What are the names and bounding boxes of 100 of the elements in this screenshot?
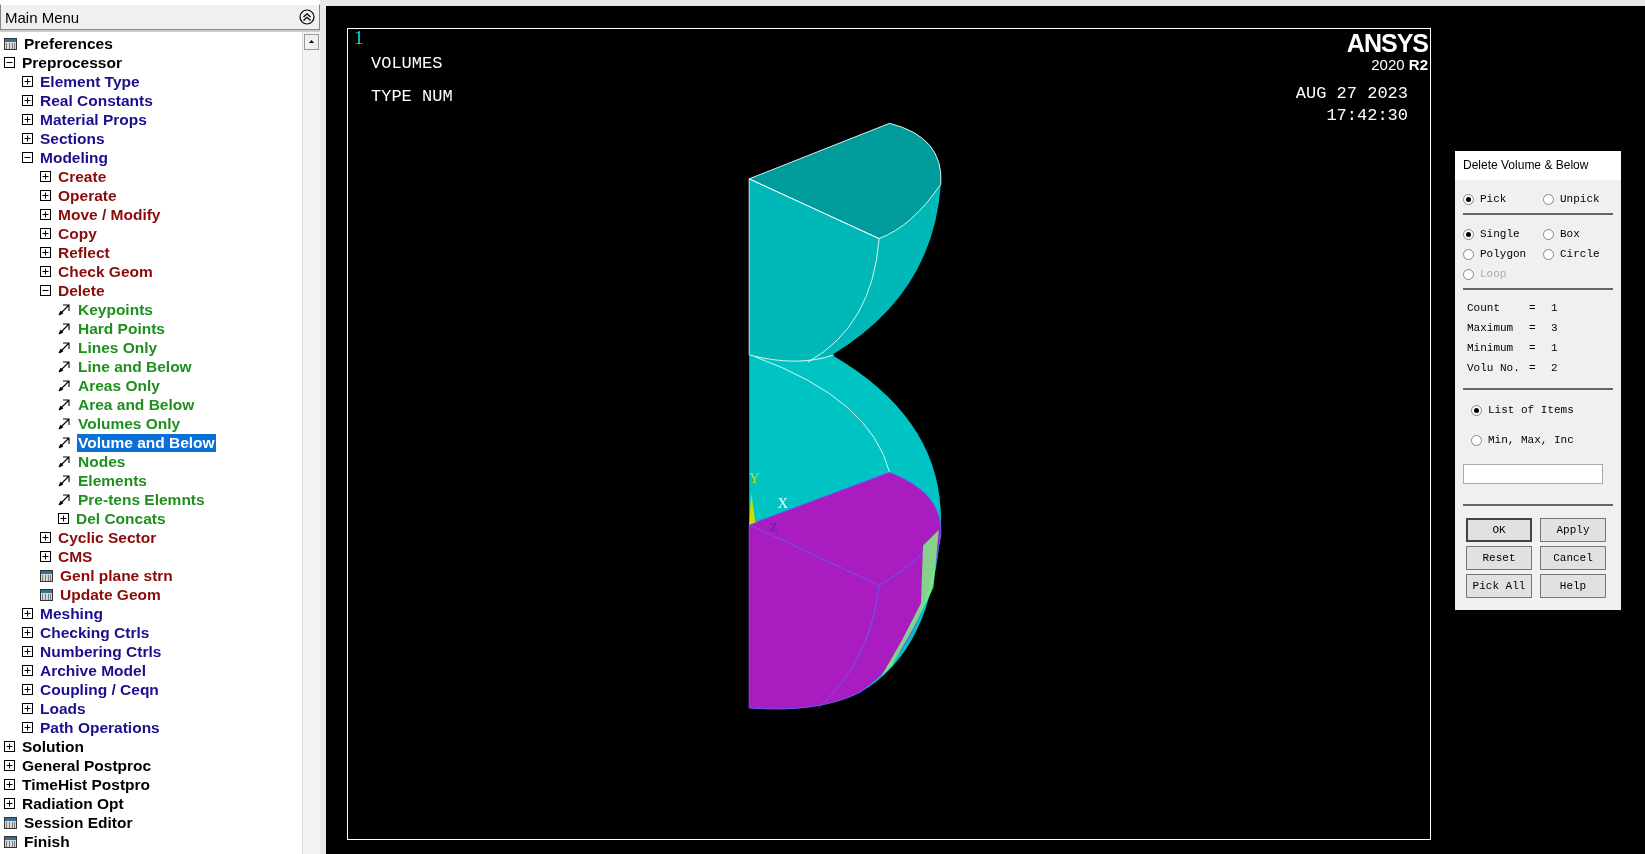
plot-date: AUG 27 2023 — [1295, 83, 1408, 105]
expand-icon[interactable] — [22, 95, 33, 106]
expand-icon[interactable] — [22, 684, 33, 695]
dialog-button[interactable]: Cancel — [1540, 546, 1606, 570]
dialog-button[interactable]: Apply — [1540, 518, 1606, 542]
radio-option[interactable]: List of Items — [1471, 404, 1613, 416]
expand-icon[interactable] — [40, 247, 51, 258]
expand-icon[interactable] — [22, 703, 33, 714]
radio-option[interactable]: Single — [1463, 228, 1543, 240]
menu-item[interactable]: Cyclic Sector — [57, 528, 158, 547]
radio-button-icon[interactable] — [1471, 434, 1482, 446]
menu-item[interactable]: Operate — [57, 186, 118, 205]
menu-item[interactable]: Create — [57, 167, 108, 186]
expand-icon[interactable] — [40, 171, 51, 182]
menu-item[interactable]: Session Editor — [23, 813, 134, 832]
expand-icon[interactable] — [22, 627, 33, 638]
menu-item[interactable]: General Postproc — [21, 756, 153, 775]
menu-item[interactable]: Coupling / Ceqn — [39, 680, 160, 699]
menu-item[interactable]: Modeling — [39, 148, 110, 167]
expand-icon[interactable] — [40, 209, 51, 220]
input-field[interactable] — [1463, 464, 1603, 484]
collapse-icon[interactable] — [22, 152, 33, 163]
radio-option[interactable]: Box — [1543, 228, 1623, 240]
menu-item[interactable]: Real Constants — [39, 91, 154, 110]
menu-item[interactable]: Loads — [39, 699, 87, 718]
dialog-button[interactable]: Reset — [1466, 546, 1532, 570]
menu-item[interactable]: Line and Below — [77, 357, 193, 376]
menu-item[interactable]: Solution — [21, 737, 85, 756]
radio-button-icon[interactable] — [1543, 248, 1554, 260]
collapse-icon[interactable] — [299, 9, 315, 25]
radio-button-icon[interactable] — [1463, 193, 1474, 205]
menu-item[interactable]: Areas Only — [77, 376, 161, 395]
menu-item[interactable]: Volumes Only — [77, 414, 182, 433]
menu-item[interactable]: Copy — [57, 224, 98, 243]
radio-button-icon[interactable] — [1543, 193, 1554, 205]
menu-item[interactable]: Radiation Opt — [21, 794, 125, 813]
arrow-icon — [58, 303, 71, 316]
radio-option[interactable]: Min, Max, Inc — [1471, 434, 1613, 446]
menu-item[interactable]: CMS — [57, 547, 94, 566]
menu-item[interactable]: Sections — [39, 129, 106, 148]
menu-item[interactable]: Update Geom — [59, 585, 162, 604]
expand-icon[interactable] — [4, 741, 15, 752]
expand-icon[interactable] — [22, 646, 33, 657]
expand-icon[interactable] — [58, 513, 69, 524]
expand-icon[interactable] — [40, 228, 51, 239]
scrollbar[interactable] — [302, 32, 320, 854]
expand-icon[interactable] — [22, 114, 33, 125]
menu-item[interactable]: Reflect — [57, 243, 111, 262]
menu-item[interactable]: Material Props — [39, 110, 148, 129]
arrow-icon — [58, 455, 71, 468]
menu-item[interactable]: Nodes — [77, 452, 127, 471]
menu-title: Main Menu — [5, 8, 80, 26]
radio-option[interactable]: Polygon — [1463, 248, 1543, 260]
menu-item[interactable]: Keypoints — [77, 300, 154, 319]
radio-button-icon[interactable] — [1463, 228, 1474, 240]
expand-icon[interactable] — [22, 665, 33, 676]
menu-item[interactable]: Path Operations — [39, 718, 161, 737]
expand-icon[interactable] — [40, 266, 51, 277]
menu-item[interactable]: Lines Only — [77, 338, 159, 357]
menu-item[interactable]: Element Type — [39, 72, 141, 91]
menu-item[interactable]: Numbering Ctrls — [39, 642, 163, 661]
menu-item[interactable]: Preprocessor — [21, 53, 123, 72]
menu-item[interactable]: Delete — [57, 281, 106, 300]
dialog-button[interactable]: OK — [1466, 518, 1532, 542]
expand-icon[interactable] — [22, 722, 33, 733]
expand-icon[interactable] — [22, 608, 33, 619]
expand-icon[interactable] — [40, 190, 51, 201]
radio-option[interactable]: Unpick — [1543, 193, 1623, 205]
menu-item[interactable]: Hard Points — [77, 319, 166, 338]
expand-icon[interactable] — [4, 779, 15, 790]
menu-item[interactable]: TimeHist Postpro — [21, 775, 152, 794]
expand-icon[interactable] — [4, 798, 15, 809]
expand-icon[interactable] — [40, 551, 51, 562]
collapse-icon[interactable] — [4, 57, 15, 68]
radio-option[interactable]: Pick — [1463, 193, 1543, 205]
menu-item[interactable]: Elements — [77, 471, 148, 490]
radio-option[interactable]: Circle — [1543, 248, 1623, 260]
radio-button-icon[interactable] — [1543, 228, 1554, 240]
menu-item[interactable]: Pre-tens Elemnts — [77, 490, 206, 509]
radio-button-icon[interactable] — [1463, 248, 1474, 260]
menu-item[interactable]: Move / Modify — [57, 205, 162, 224]
menu-item[interactable]: Check Geom — [57, 262, 154, 281]
radio-button-icon[interactable] — [1471, 404, 1482, 416]
scroll-up-icon[interactable] — [304, 34, 319, 50]
menu-item[interactable]: Archive Model — [39, 661, 147, 680]
expand-icon[interactable] — [22, 76, 33, 87]
collapse-icon[interactable] — [40, 285, 51, 296]
menu-item[interactable]: Area and Below — [77, 395, 196, 414]
menu-item[interactable]: Del Concats — [75, 509, 167, 528]
dialog-button[interactable]: Help — [1540, 574, 1606, 598]
expand-icon[interactable] — [22, 133, 33, 144]
menu-item[interactable]: Genl plane strn — [59, 566, 174, 585]
menu-item[interactable]: Finish — [23, 832, 71, 851]
menu-item[interactable]: Meshing — [39, 604, 104, 623]
expand-icon[interactable] — [4, 760, 15, 771]
menu-item[interactable]: Preferences — [23, 34, 114, 53]
menu-item[interactable]: Checking Ctrls — [39, 623, 151, 642]
expand-icon[interactable] — [40, 532, 51, 543]
menu-item[interactable]: Volume and Below — [77, 433, 216, 452]
dialog-button[interactable]: Pick All — [1466, 574, 1532, 598]
